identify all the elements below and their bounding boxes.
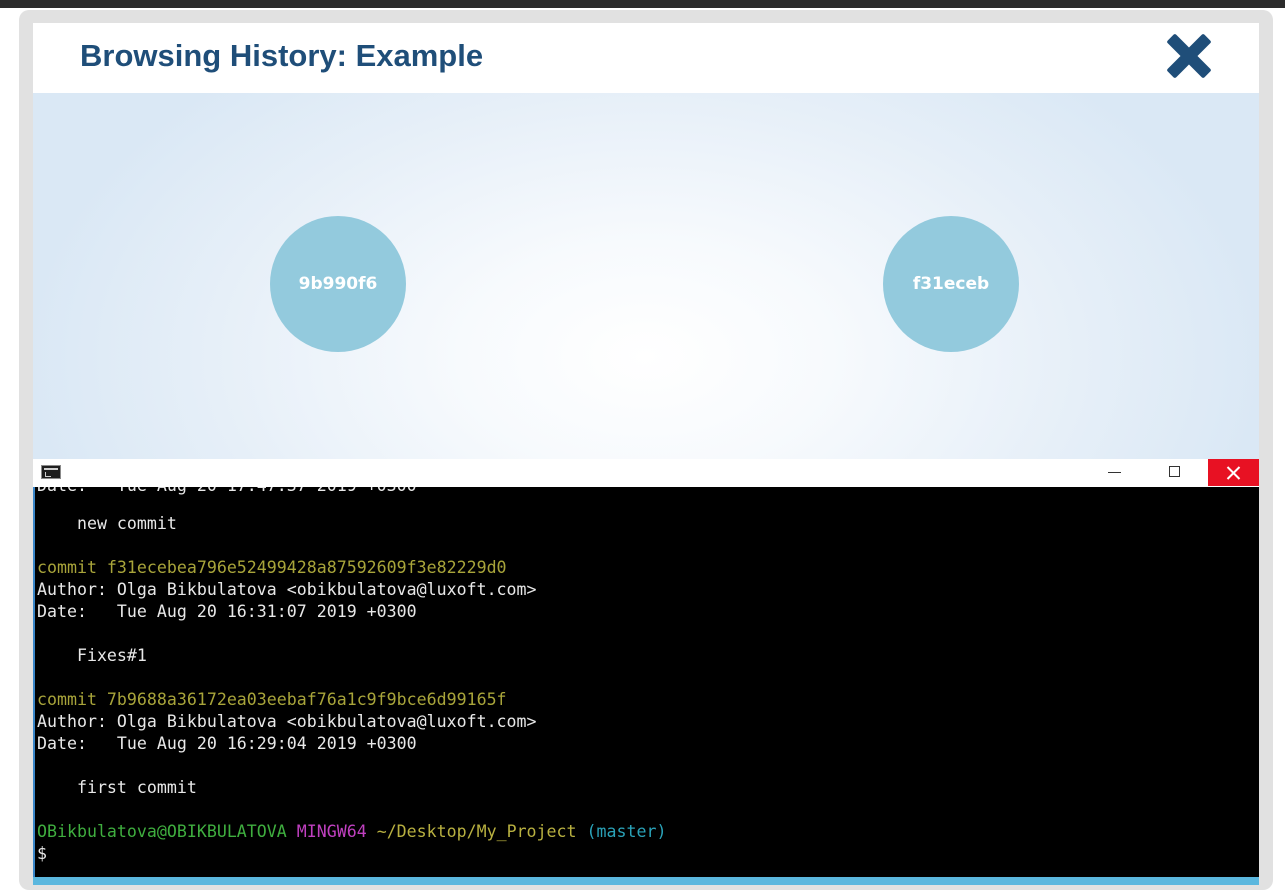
date-line: Date: Tue Aug 20 16:31:07 2019 +0300 xyxy=(37,602,417,621)
terminal-output[interactable]: Date: Tue Aug 20 17:47:37 2019 +0300 new… xyxy=(33,487,1259,877)
terminal-titlebar[interactable] xyxy=(33,459,1259,487)
terminal-app-icon xyxy=(41,465,61,479)
prompt-user: OBikbulatova@OBIKBULATOVA xyxy=(37,822,287,841)
prompt-env: MINGW64 xyxy=(296,822,367,841)
modal-header: Browsing History: Example xyxy=(33,23,1259,93)
commit-node-9b990f6[interactable]: 9b990f6 xyxy=(270,216,406,352)
shell-prompt: OBikbulatova@OBIKBULATOVA MINGW64 ~/Desk… xyxy=(37,821,666,843)
terminal-line-cut: Date: Tue Aug 20 17:47:37 2019 +0300 xyxy=(37,487,417,497)
close-x-icon[interactable] xyxy=(1166,33,1212,79)
commit-message-line: Fixes#1 xyxy=(37,646,147,665)
prompt-symbol[interactable]: $ xyxy=(37,843,47,865)
top-window-strip xyxy=(0,0,1285,8)
commit-hash-line: commit 7b9688a36172ea03eebaf76a1c9f9bce6… xyxy=(37,690,507,709)
author-line: Author: Olga Bikbulatova <obikbulatova@l… xyxy=(37,712,537,731)
commit-message-line: first commit xyxy=(37,778,197,797)
commit-graph: 9b990f6 f31eceb xyxy=(33,93,1259,459)
commit-node-f31eceb[interactable]: f31eceb xyxy=(883,216,1019,352)
terminal-close-icon[interactable] xyxy=(1208,459,1259,486)
commit-message-line: new commit xyxy=(37,514,177,533)
bottom-accent-bar xyxy=(33,877,1259,885)
author-line: Author: Olga Bikbulatova <obikbulatova@l… xyxy=(37,580,537,599)
modal-panel: Browsing History: Example 9b990f6 f31ece… xyxy=(33,23,1259,885)
prompt-path: ~/Desktop/My_Project xyxy=(376,822,577,841)
commit-hash-line: commit f31ecebea796e52499428a87592609f3e… xyxy=(37,558,507,577)
date-line: Date: Tue Aug 20 16:29:04 2019 +0300 xyxy=(37,734,417,753)
prompt-branch: (master) xyxy=(586,822,667,841)
minimize-icon[interactable] xyxy=(1089,459,1139,486)
maximize-icon[interactable] xyxy=(1150,459,1200,486)
page-title: Browsing History: Example xyxy=(80,38,484,73)
